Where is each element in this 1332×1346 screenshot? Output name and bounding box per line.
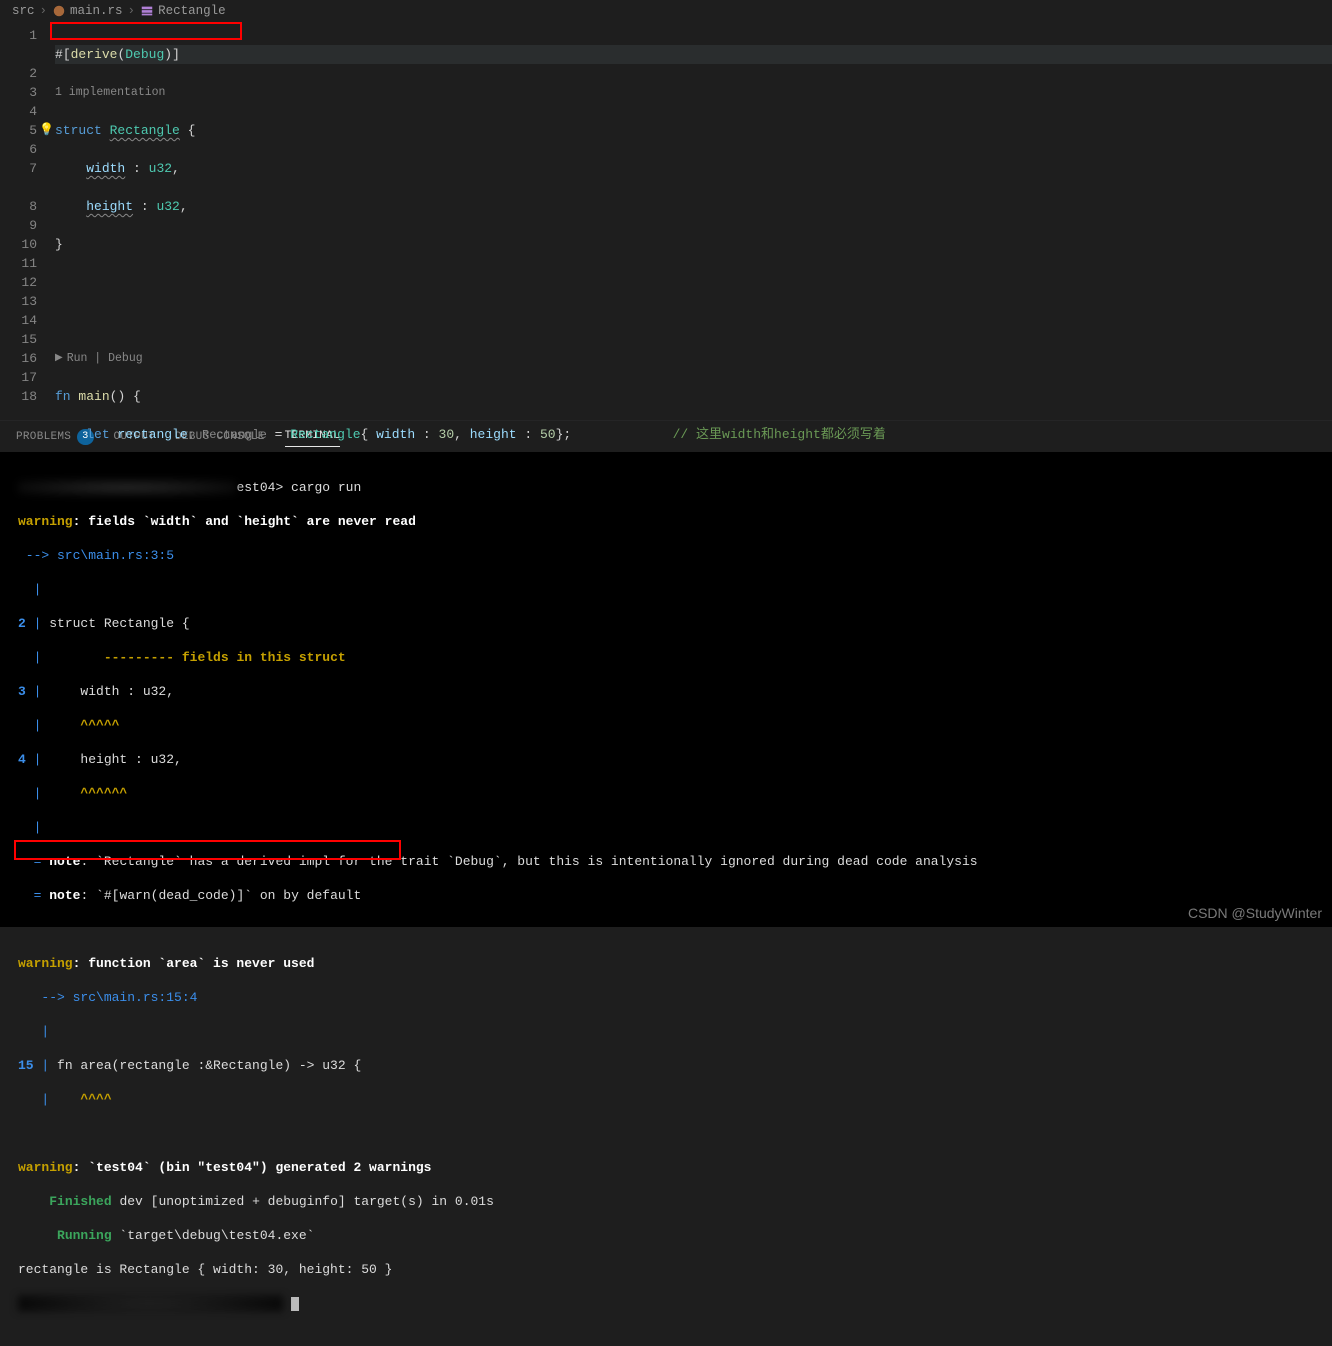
struct-icon (140, 4, 154, 18)
terminal-line: | ^^^^^^ (18, 785, 1314, 802)
code-line-4[interactable]: height : u32, (55, 197, 1332, 216)
terminal-line: warning: `test04` (bin "test04") generat… (18, 1159, 1314, 1176)
terminal-line: = note: `Rectangle` has a derived impl f… (18, 853, 1314, 870)
terminal-line (18, 1125, 1314, 1142)
play-icon: ▶ (55, 349, 63, 368)
chevron-right-icon: › (40, 4, 48, 18)
codelens-impl[interactable]: 1 implementation (55, 83, 1332, 102)
terminal-line: | --------- fields in this struct (18, 649, 1314, 666)
line-gutter: 123456789101112131415161718 (0, 22, 55, 420)
terminal-line: Running `target\debug\test04.exe` (18, 1227, 1314, 1244)
terminal-line: --> src\main.rs:15:4 (18, 989, 1314, 1006)
terminal-line: 4 | height : u32, (18, 751, 1314, 768)
code-line-6[interactable] (55, 273, 1332, 292)
breadcrumb-file[interactable]: main.rs (52, 4, 123, 18)
terminal-line: Finished dev [unoptimized + debuginfo] t… (18, 1193, 1314, 1210)
breadcrumb-symbol[interactable]: Rectangle (140, 4, 226, 18)
breadcrumb: src › main.rs › Rectangle (0, 0, 1332, 22)
terminal-line: warning: function `area` is never used (18, 955, 1314, 972)
code-line-5[interactable]: } (55, 235, 1332, 254)
terminal-line (18, 921, 1314, 938)
watermark: CSDN @StudyWinter (1188, 905, 1322, 921)
terminal-cursor (291, 1297, 299, 1311)
code-line-2[interactable]: 💡struct Rectangle { (55, 121, 1332, 140)
terminal-line: xxxxxxxxxxxxxxxxxxxxxxxxxxxxxxxxxx (18, 1295, 1314, 1312)
terminal-line: warning: fields `width` and `height` are… (18, 513, 1314, 530)
terminal-line: --> src\main.rs:3:5 (18, 547, 1314, 564)
terminal-line: xxxxxxxxxxxxxxxxxxxxxxxxxxxxest04> cargo… (18, 479, 1314, 496)
code-content[interactable]: #[derive(Debug)] 1 implementation 💡struc… (55, 22, 1332, 420)
terminal-line: = note: `#[warn(dead_code)]` on by defau… (18, 887, 1314, 904)
terminal-output-line: rectangle is Rectangle { width: 30, heig… (18, 1261, 1314, 1278)
codelens-run[interactable]: ▶Run | Debug (55, 349, 1332, 368)
code-editor[interactable]: 123456789101112131415161718 #[derive(Deb… (0, 22, 1332, 420)
code-line-1[interactable]: #[derive(Debug)] (55, 45, 1332, 64)
code-line-9[interactable]: let rectangle: Rectangle = Rectangle{ wi… (55, 425, 1332, 444)
terminal-panel[interactable]: xxxxxxxxxxxxxxxxxxxxxxxxxxxxest04> cargo… (0, 452, 1332, 927)
breadcrumb-file-label: main.rs (70, 4, 123, 18)
chevron-right-icon: › (128, 4, 136, 18)
terminal-line: | ^^^^^ (18, 717, 1314, 734)
terminal-line: 2 | struct Rectangle { (18, 615, 1314, 632)
lightbulb-icon[interactable]: 💡 (39, 121, 54, 140)
terminal-line: | ^^^^ (18, 1091, 1314, 1108)
code-line-7[interactable] (55, 311, 1332, 330)
rust-file-icon (52, 4, 66, 18)
terminal-line: | (18, 581, 1314, 598)
breadcrumb-src[interactable]: src (12, 4, 35, 18)
terminal-line: 15 | fn area(rectangle :&Rectangle) -> u… (18, 1057, 1314, 1074)
breadcrumb-symbol-label: Rectangle (158, 4, 226, 18)
code-line-3[interactable]: width : u32, (55, 159, 1332, 178)
terminal-line: 3 | width : u32, (18, 683, 1314, 700)
code-line-8[interactable]: fn main() { (55, 387, 1332, 406)
terminal-line: | (18, 819, 1314, 836)
terminal-line: | (18, 1023, 1314, 1040)
